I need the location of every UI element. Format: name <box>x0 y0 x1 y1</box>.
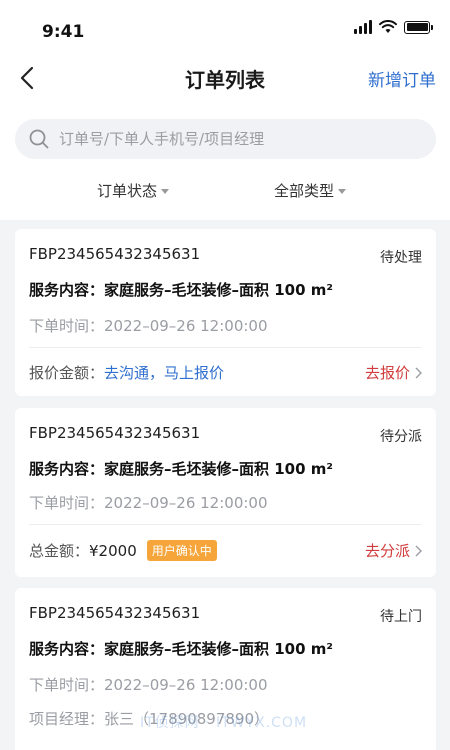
nav-bar: 订单列表 新增订单 <box>0 56 450 100</box>
action-label: 去分派 <box>364 542 410 560</box>
signal-icon <box>354 20 372 34</box>
total-amount: 总金额： ¥2000 用户确认中 <box>29 540 217 561</box>
order-card[interactable]: FBP234565432345631 待分派 服务内容：家庭服务–毛坯装修–面积… <box>15 408 436 577</box>
status-icons <box>354 20 433 34</box>
order-time-label: 下单时间： <box>29 317 105 335</box>
chevron-right-icon <box>415 367 422 378</box>
order-time-value: 2022–09–26 12:00:00 <box>104 494 268 512</box>
order-status: 待处理 <box>380 250 422 266</box>
status-bar: 9:41 <box>0 0 450 56</box>
order-time-label: 下单时间： <box>29 494 105 512</box>
manager-label: 项目经理： <box>29 710 105 728</box>
action-label: 去报价 <box>364 364 410 382</box>
total-label: 总金额： <box>29 542 90 560</box>
quote-link[interactable]: 去沟通，马上报价 <box>104 362 224 383</box>
order-time: 下单时间：2022–09–26 12:00:00 <box>29 315 268 336</box>
filter-label: 订单状态 <box>97 182 158 200</box>
order-number: FBP234565432345631 <box>29 604 201 622</box>
order-number: FBP234565432345631 <box>29 245 201 263</box>
header-area: 9:41 订单列表 新增订单 订单号/下单人手机号/项目经理 订单状态 全部类型 <box>0 0 450 220</box>
filter-order-status[interactable]: 订单状态 <box>97 180 170 201</box>
filter-type[interactable]: 全部类型 <box>274 180 347 201</box>
order-status: 待分派 <box>380 429 422 445</box>
service-content: 服务内容：家庭服务–毛坯装修–面积 100 m² <box>29 460 333 478</box>
quote-action-button[interactable]: 去报价 <box>365 362 422 383</box>
order-number: FBP234565432345631 <box>29 424 201 442</box>
quote-label: 报价金额： <box>29 364 105 382</box>
order-card[interactable]: FBP234565432345631 待处理 服务内容：家庭服务–毛坯装修–面积… <box>15 229 436 396</box>
filter-bar: 订单状态 全部类型 <box>0 176 450 208</box>
order-status: 待上门 <box>380 609 422 625</box>
status-badge: 用户确认中 <box>146 540 217 561</box>
battery-icon <box>404 20 433 34</box>
order-time: 下单时间：2022–09–26 12:00:00 <box>29 492 268 513</box>
search-icon <box>29 129 49 149</box>
total-value: ¥2000 <box>89 541 137 560</box>
search-input[interactable] <box>59 130 419 148</box>
divider <box>29 524 422 525</box>
filter-label: 全部类型 <box>274 182 335 200</box>
wifi-icon <box>379 20 397 33</box>
order-time-label: 下单时间： <box>29 676 105 694</box>
quote-amount: 报价金额： 去沟通，马上报价 <box>29 362 224 383</box>
service-content: 服务内容：家庭服务–毛坯装修–面积 100 m² <box>29 281 333 299</box>
add-order-button[interactable]: 新增订单 <box>368 66 436 91</box>
chevron-right-icon <box>415 545 422 556</box>
order-time-value: 2022–09–26 12:00:00 <box>104 676 268 694</box>
divider <box>29 347 422 348</box>
caret-down-icon <box>338 189 347 194</box>
caret-down-icon <box>161 189 170 194</box>
service-content: 服务内容：家庭服务–毛坯装修–面积 100 m² <box>29 640 333 658</box>
watermark: IT侦探网 · ITWYX.COM <box>140 715 308 731</box>
status-time: 9:41 <box>42 22 85 42</box>
order-time: 下单时间：2022–09–26 12:00:00 <box>29 674 268 695</box>
order-time-value: 2022–09–26 12:00:00 <box>104 317 268 335</box>
assign-action-button[interactable]: 去分派 <box>365 540 422 561</box>
search-bar[interactable] <box>15 119 436 159</box>
